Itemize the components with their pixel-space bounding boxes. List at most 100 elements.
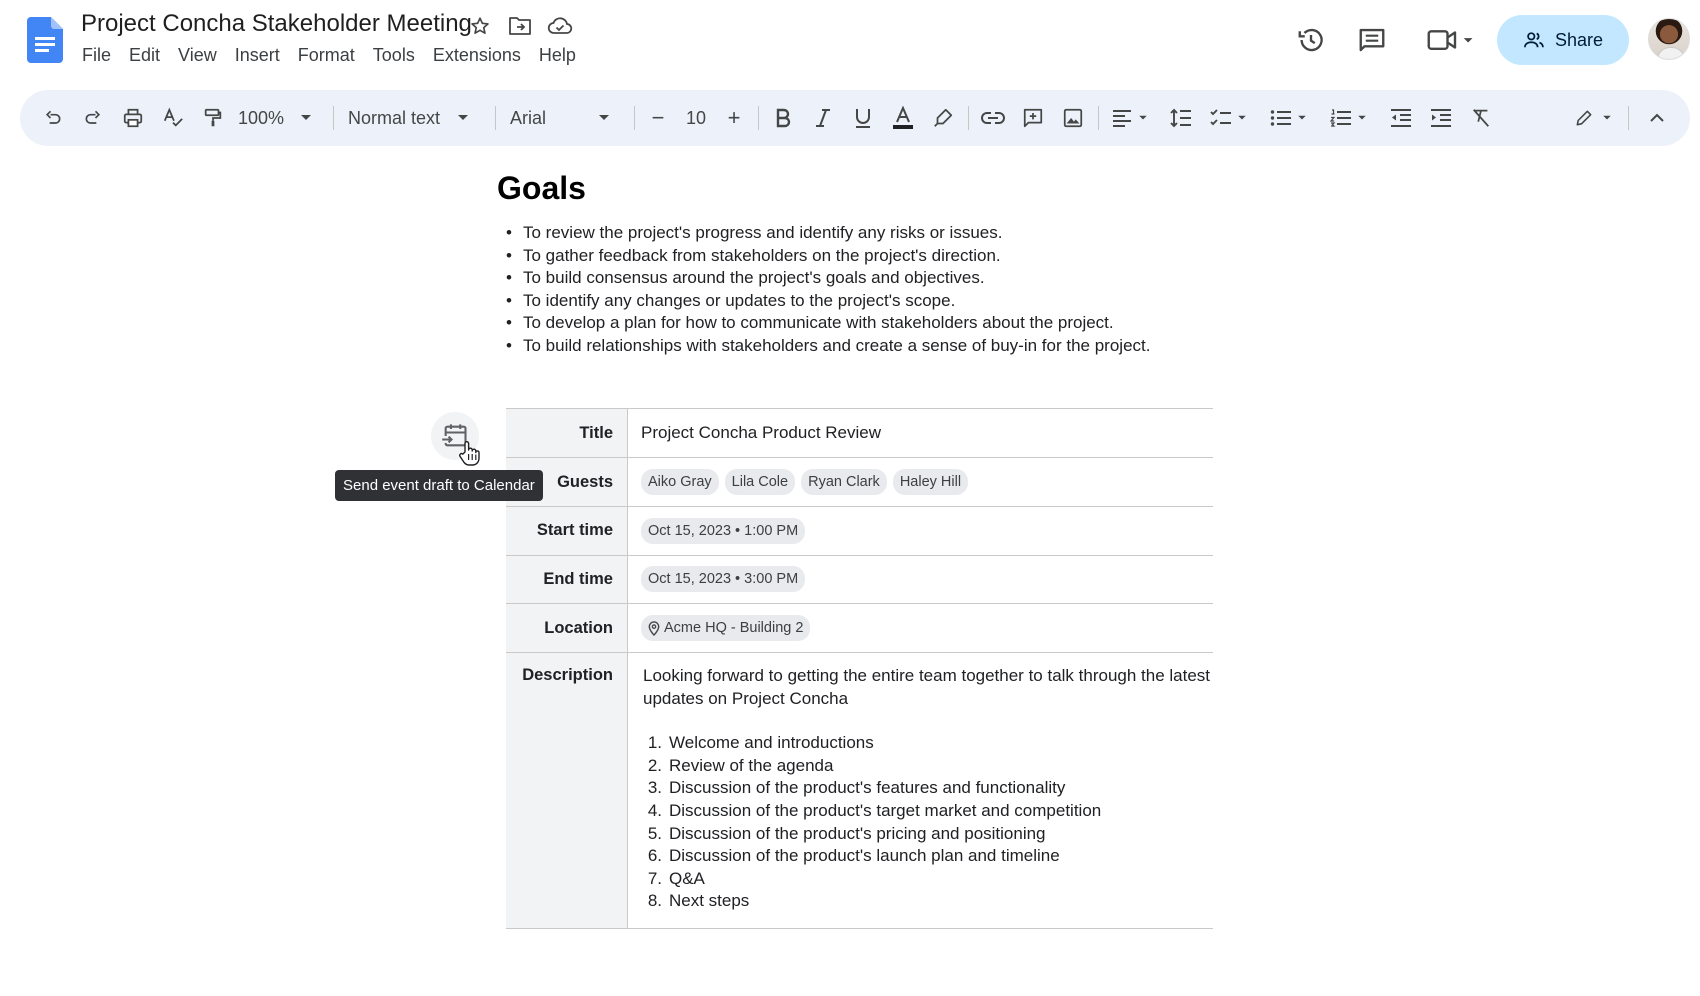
collapse-menus-icon[interactable] xyxy=(1640,90,1674,146)
highlight-color-icon[interactable] xyxy=(926,90,960,146)
chevron-down-icon xyxy=(1237,115,1246,120)
chevron-down-icon xyxy=(1297,115,1306,120)
chevron-down-icon xyxy=(458,115,469,120)
description-intro: Looking forward to getting the entire te… xyxy=(643,666,1211,708)
align-select[interactable] xyxy=(1106,90,1154,146)
row-label-description: Description xyxy=(506,652,628,929)
end-time-chip[interactable]: Oct 15, 2023 • 3:00 PM xyxy=(641,566,806,593)
text-color-icon[interactable] xyxy=(886,90,920,146)
list-item[interactable]: To identify any changes or updates to th… xyxy=(506,290,1150,313)
editing-mode-select[interactable] xyxy=(1568,90,1618,146)
font-family-value: Arial xyxy=(510,107,547,128)
agenda-list: 1. Welcome and introductions 2. Review of … xyxy=(643,732,1213,913)
decrease-indent-icon[interactable] xyxy=(1384,90,1418,146)
chevron-down-icon xyxy=(599,115,610,120)
italic-icon[interactable] xyxy=(806,90,840,146)
share-label: Share xyxy=(1554,29,1604,50)
comments-icon[interactable] xyxy=(1356,24,1388,56)
list-item[interactable]: To review the project's progress and ide… xyxy=(506,222,1150,245)
account-avatar[interactable] xyxy=(1648,18,1690,60)
toolbar-divider xyxy=(634,106,635,130)
list-item[interactable]: To develop a plan for how to communicate… xyxy=(506,312,1150,335)
list-item[interactable]: To build relationships with stakeholders… xyxy=(506,335,1150,358)
toolbar-divider xyxy=(968,106,969,130)
end-time-cell: Oct 15, 2023 • 3:00 PM xyxy=(627,555,1213,604)
table-row: Location Acme HQ - Building 2 xyxy=(506,603,1213,653)
guest-chip[interactable]: Lila Cole xyxy=(724,469,796,495)
guests-cell: Aiko Gray Lila Cole Ryan Clark Haley Hill xyxy=(627,457,1213,507)
tooltip: Send event draft to Calendar xyxy=(335,470,543,501)
insert-image-icon[interactable] xyxy=(1056,90,1090,146)
location-chip[interactable]: Acme HQ - Building 2 xyxy=(641,615,811,641)
header-actions: Share xyxy=(0,15,1700,65)
row-label-end-time: End time xyxy=(506,555,628,604)
list-item[interactable]: To build consensus around the project's … xyxy=(506,267,1150,290)
row-label-title: Title xyxy=(506,408,628,458)
description-cell[interactable]: Looking forward to getting the entire te… xyxy=(627,652,1213,929)
list-item: 7. Q&A xyxy=(647,868,705,888)
docs-window: Project Concha Stakeholder Meeting File … xyxy=(0,0,1700,996)
paragraph-style-select[interactable]: Normal text xyxy=(348,90,482,146)
list-item: 5. Discussion of the product's pricing an… xyxy=(647,823,1046,843)
list-item: 4. Discussion of the product's target mar… xyxy=(647,800,1102,820)
table-row: Description Looking forward to getting t… xyxy=(506,652,1213,929)
toolbar-divider xyxy=(758,106,759,130)
start-time-cell: Oct 15, 2023 • 1:00 PM xyxy=(627,506,1213,556)
line-spacing-icon[interactable] xyxy=(1164,90,1198,146)
increase-indent-icon[interactable] xyxy=(1424,90,1458,146)
increase-font-size-button[interactable]: + xyxy=(720,90,748,146)
decrease-font-size-button[interactable]: − xyxy=(644,90,672,146)
zoom-select[interactable]: 100% xyxy=(238,90,328,146)
formatting-toolbar: 100% Normal text Arial − 10 + xyxy=(20,90,1690,146)
event-draft-table: Title Project Concha Product Review Gues… xyxy=(506,408,1213,929)
paint-format-icon[interactable] xyxy=(196,90,230,146)
event-title-value[interactable]: Project Concha Product Review xyxy=(627,408,1213,458)
guest-chip[interactable]: Aiko Gray xyxy=(641,469,719,495)
clear-formatting-icon[interactable] xyxy=(1464,90,1498,146)
location-pin-icon xyxy=(648,620,660,636)
share-button[interactable]: Share xyxy=(1497,15,1629,65)
guest-chip[interactable]: Haley Hill xyxy=(892,469,969,495)
numbered-list-select[interactable] xyxy=(1324,90,1372,146)
spellcheck-icon[interactable] xyxy=(156,90,190,146)
insert-link-icon[interactable] xyxy=(976,90,1010,146)
start-time-chip[interactable]: Oct 15, 2023 • 1:00 PM xyxy=(641,517,806,544)
chevron-down-icon xyxy=(1357,115,1366,120)
version-history-icon[interactable] xyxy=(1295,24,1327,56)
people-icon xyxy=(1524,32,1544,48)
list-item: 3. Discussion of the product's features a… xyxy=(647,778,1066,798)
bold-icon[interactable] xyxy=(766,90,800,146)
font-size-input[interactable]: 10 xyxy=(676,90,716,146)
zoom-value: 100% xyxy=(238,107,285,128)
guest-chip[interactable]: Ryan Clark xyxy=(801,469,887,495)
list-item[interactable]: To gather feedback from stakeholders on … xyxy=(506,245,1150,268)
meet-button[interactable] xyxy=(1422,24,1478,56)
location-cell: Acme HQ - Building 2 xyxy=(627,603,1213,653)
redo-icon[interactable] xyxy=(76,90,110,146)
paragraph-style-value: Normal text xyxy=(348,107,441,128)
location-text: Acme HQ - Building 2 xyxy=(664,620,804,636)
checklist-select[interactable] xyxy=(1204,90,1252,146)
goals-list: To review the project's progress and ide… xyxy=(506,222,1150,358)
toolbar-divider xyxy=(1628,106,1629,130)
toolbar-divider xyxy=(333,106,334,130)
font-family-select[interactable]: Arial xyxy=(510,90,620,146)
table-row: Guests Aiko Gray Lila Cole Ryan Clark Haley… xyxy=(506,457,1213,507)
undo-icon[interactable] xyxy=(36,90,70,146)
row-label-start-time: Start time xyxy=(506,506,628,556)
table-row: End time Oct 15, 2023 • 3:00 PM xyxy=(506,555,1213,604)
section-heading[interactable]: Goals xyxy=(497,170,586,207)
chevron-down-icon xyxy=(1603,115,1611,120)
list-item: 8. Next steps xyxy=(647,891,750,911)
table-row: Start time Oct 15, 2023 • 1:00 PM xyxy=(506,506,1213,556)
add-comment-icon[interactable] xyxy=(1016,90,1050,146)
bulleted-list-select[interactable] xyxy=(1264,90,1312,146)
row-label-location: Location xyxy=(506,603,628,653)
list-item: 6. Discussion of the product's launch pla… xyxy=(647,846,1060,866)
chevron-down-icon xyxy=(1139,115,1147,120)
print-icon[interactable] xyxy=(116,90,150,146)
list-item: 1. Welcome and introductions xyxy=(647,733,874,753)
chevron-down-icon xyxy=(301,115,312,120)
hand-cursor-icon xyxy=(458,440,480,471)
underline-icon[interactable] xyxy=(846,90,880,146)
